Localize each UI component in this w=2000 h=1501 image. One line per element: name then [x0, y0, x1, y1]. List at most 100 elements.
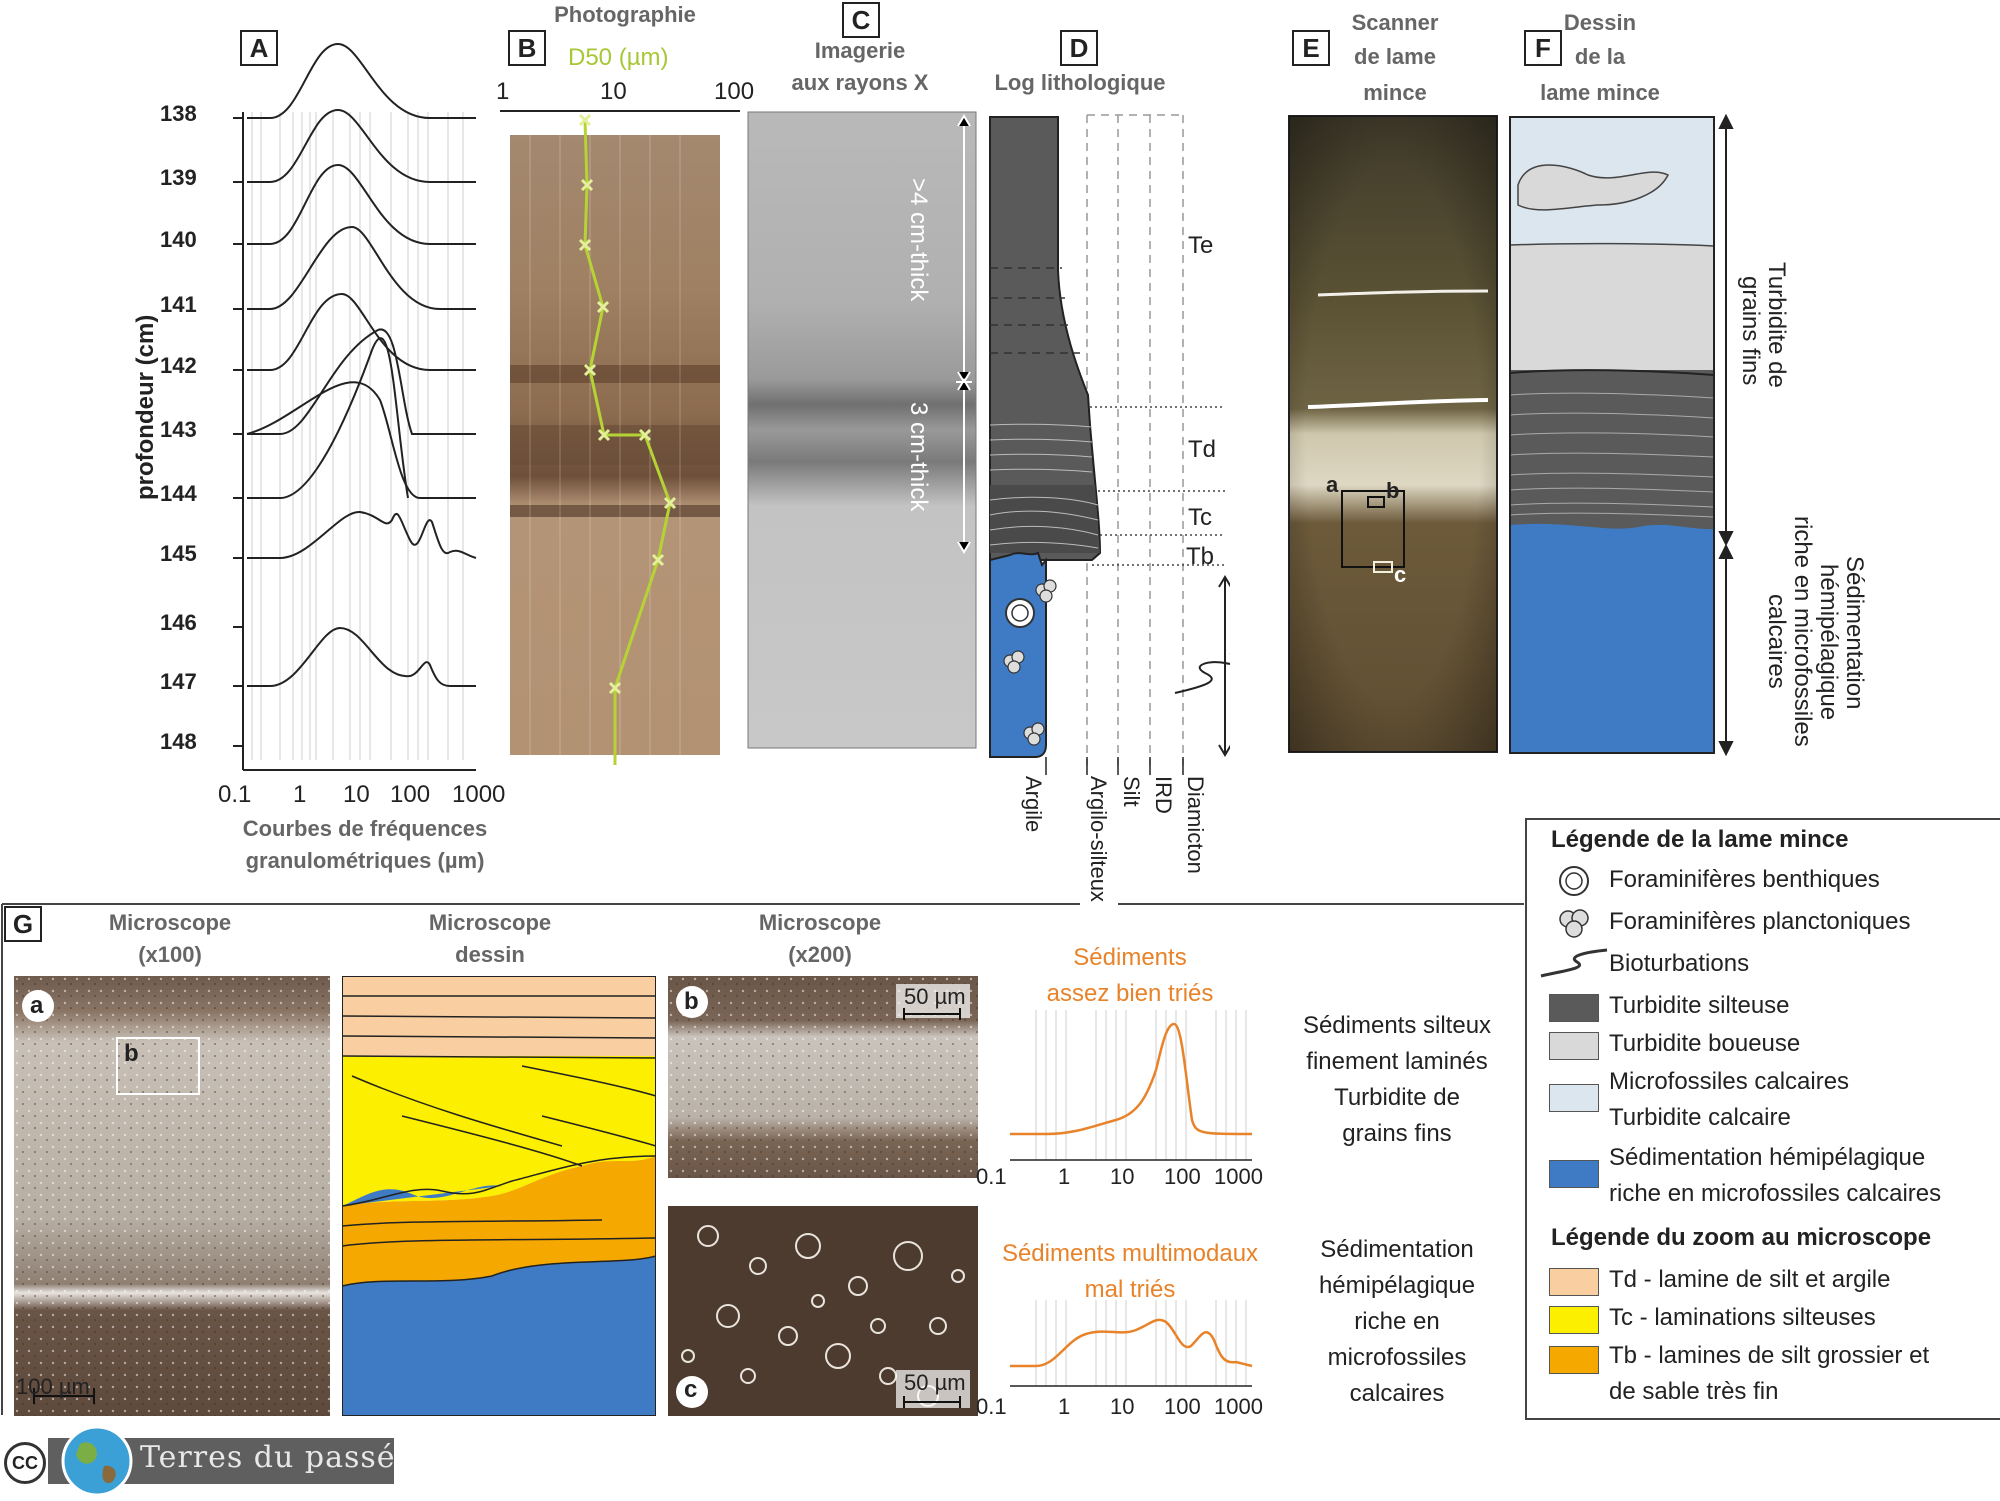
swatch-hemipelagic [1549, 1160, 1599, 1188]
f-section-arrows [1718, 113, 1734, 757]
g-note-2-line: calcaires [1349, 1380, 1445, 1407]
unit-tc: Tc [1188, 504, 1212, 531]
g-c1-xtick: 10 [1110, 1164, 1135, 1189]
g-note-1: Sédiments silteux finement laminés Turbi… [1282, 1008, 1512, 1152]
panel-letter-f: F [1524, 30, 1562, 66]
g-microscope-x100 [14, 976, 330, 1416]
legend-item-hemipelagic-1: Sédimentation hémipélagique [1609, 1144, 1926, 1171]
planktonic-foram-icon [1559, 909, 1589, 938]
g-tag-b-in-a: b [124, 1040, 139, 1067]
legend-item-mud-turbidite: Turbidite boueuse [1609, 1030, 1801, 1057]
unit-tb: Tb [1186, 543, 1215, 570]
g-note-1-line: Turbidite de [1334, 1084, 1460, 1111]
g-note-2-line: Sédimentation [1320, 1236, 1474, 1263]
panel-letter-b: B [508, 30, 546, 66]
grain-class-diamicton: Diamicton [1183, 776, 1208, 874]
depth-tick: 138 [160, 101, 197, 126]
a-xlabel-1: Courbes de fréquences [242, 816, 488, 841]
g-note-1-line: finement laminés [1306, 1048, 1488, 1075]
depth-tick: 144 [160, 481, 197, 506]
grain-class-argilo-silteux: Argilo-silteux [1086, 776, 1111, 902]
b-xtick: 1 [496, 78, 510, 105]
swatch-td [1549, 1268, 1599, 1296]
legend-item-silt-turbidite: Turbidite silteuse [1609, 992, 1790, 1019]
depth-tick: 141 [160, 292, 197, 317]
depth-tick: 146 [160, 610, 197, 635]
depth-tick: 145 [160, 541, 197, 566]
e-mark-a: a [1326, 472, 1339, 497]
b-photo-core [500, 110, 740, 765]
swatch-silt-turbidite [1549, 994, 1599, 1022]
g-c2-xtick: 0.1 [976, 1394, 1007, 1419]
panel-a-grain-curves [233, 42, 477, 771]
unit-te: Te [1188, 232, 1214, 259]
g-scale-a: 100 µm [16, 1374, 90, 1399]
cc-label: CC [12, 1453, 38, 1473]
depth-tick: 143 [160, 417, 197, 442]
depth-tick: 139 [160, 165, 197, 190]
legend-title-thin-section: Légende de la lame mince [1551, 826, 1849, 853]
depth-tick: 140 [160, 227, 197, 252]
g-c1-xtick: 100 [1164, 1164, 1201, 1189]
f-side-bottom-2: hémipélagique [1815, 564, 1842, 721]
g-col3-title-2: (x200) [788, 942, 852, 967]
e-mark-c: c [1394, 562, 1407, 587]
g-col1-title-2: (x100) [138, 942, 202, 967]
f-side-bottom-3: riche en microfossiles [1789, 516, 1816, 747]
legend-item-tc: Tc - laminations silteuses [1609, 1304, 1876, 1331]
panel-letter-c: C [842, 2, 880, 38]
c-xray-core [747, 111, 977, 749]
legend-item-tb-2: de sable très fin [1609, 1378, 1779, 1405]
depth-tick: 142 [160, 353, 197, 378]
a-xtick: 1000 [452, 781, 506, 808]
g-c1-xtick: 1 [1058, 1164, 1071, 1189]
g-c2-xtick: 100 [1164, 1394, 1201, 1419]
cc-badge: CC [4, 1442, 46, 1484]
e-thin-section-scan [1288, 115, 1498, 753]
legend-item-calc-turbidite: Turbidite calcaire [1609, 1104, 1791, 1131]
f-side-top-1: Turbidite de [1763, 262, 1790, 388]
g-col1-title-1: Microscope [108, 910, 232, 935]
g-col2-title-2: dessin [455, 942, 525, 967]
g-note-1-line: Sédiments silteux [1302, 1012, 1492, 1039]
b-title: Photographie [554, 2, 696, 27]
bioturbation-icon [1540, 948, 1608, 978]
swatch-mud-turbidite [1549, 1032, 1599, 1060]
panel-letter-e: E [1292, 30, 1330, 66]
g-microscope-drawing [342, 976, 656, 1416]
a-xlabel-2: granulométriques (µm) [245, 848, 485, 873]
a-xtick: 0.1 [218, 781, 252, 808]
c-thick-1: >4 cm-thick [905, 178, 932, 302]
legend-item-tb-1: Tb - lamines de silt grossier et [1609, 1342, 1930, 1369]
legend-item-planktonic: Foraminifères planctoniques [1609, 908, 1911, 935]
g-c2-xtick: 1000 [1214, 1394, 1263, 1419]
legend-item-bioturbation: Bioturbations [1609, 950, 1750, 977]
depth-tick: 147 [160, 669, 197, 694]
f-side-top-2: grains fins [1737, 276, 1764, 386]
panel-letter-d: D [1060, 30, 1098, 66]
depth-tick: 148 [160, 729, 197, 754]
g-note-2-line: riche en [1354, 1308, 1440, 1335]
legend-item-microfossils: Microfossiles calcaires [1609, 1068, 1850, 1095]
legend-box: Légende de la lame mince Foraminifères b… [1525, 818, 2000, 1420]
a-xtick: 10 [343, 781, 370, 808]
g-scale-c: 50 µm [904, 1370, 966, 1395]
g-c1-xtick: 0.1 [976, 1164, 1007, 1189]
a-xtick: 1 [293, 781, 307, 808]
g-curve2-plot [1010, 1300, 1253, 1387]
e-title-2: de lame [1354, 44, 1436, 69]
g-tag-b: b [684, 988, 699, 1015]
g-curve1-label-2: assez bien triés [1046, 980, 1214, 1007]
g-note-2: Sédimentation hémipélagique riche en mic… [1282, 1232, 1512, 1412]
unit-td: Td [1188, 436, 1217, 463]
grain-class-silt: Silt [1119, 776, 1144, 807]
g-c2-xtick: 1 [1058, 1394, 1071, 1419]
e-title-3: mince [1363, 80, 1427, 105]
e-mark-b: b [1386, 478, 1400, 503]
g-note-2-line: microfossiles [1327, 1344, 1467, 1371]
g-c1-xtick: 1000 [1214, 1164, 1263, 1189]
legend-item-benthic: Foraminifères benthiques [1609, 866, 1880, 893]
g-tag-a: a [30, 992, 44, 1019]
g-col2-title-1: Microscope [428, 910, 552, 935]
grain-class-argile: Argile [1021, 776, 1046, 833]
